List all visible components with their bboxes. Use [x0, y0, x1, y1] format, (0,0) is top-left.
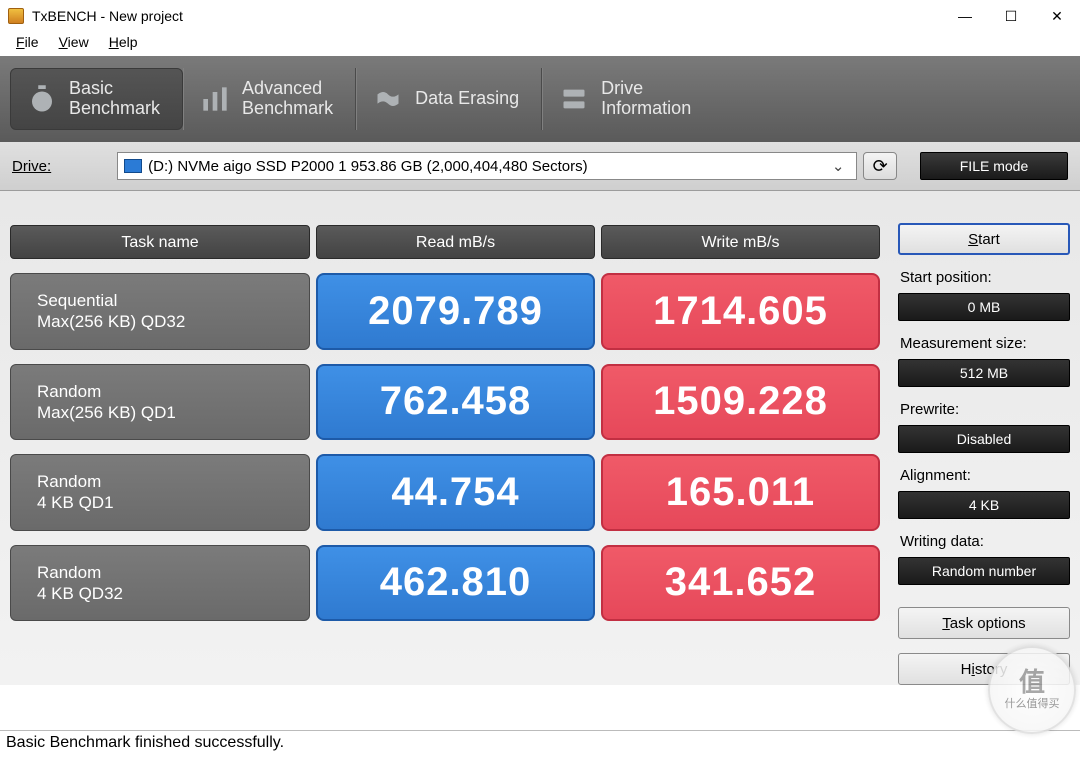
status-bar: Basic Benchmark finished successfully. [0, 730, 1080, 758]
read-value: 44.754 [316, 454, 595, 531]
drive-bar: Drive: (D:) NVMe aigo SSD P2000 1 953.86… [0, 142, 1080, 191]
result-row: Random Max(256 KB) QD1 762.458 1509.228 [10, 364, 880, 441]
prewrite-label: Prewrite: [898, 391, 1070, 421]
tab-drive-information[interactable]: Drive Information [542, 68, 713, 130]
file-mode-button[interactable]: FILE mode [920, 152, 1068, 180]
start-position-value[interactable]: 0 MB [898, 293, 1070, 321]
write-value: 1509.228 [601, 364, 880, 441]
side-panel: Start Start position: 0 MB Measurement s… [898, 207, 1070, 685]
result-row: Random 4 KB QD32 462.810 341.652 [10, 545, 880, 622]
tab-advanced-benchmark[interactable]: Advanced Benchmark [183, 68, 356, 130]
result-row: Sequential Max(256 KB) QD32 2079.789 171… [10, 273, 880, 350]
tab-label: Drive Information [601, 79, 691, 119]
task-name[interactable]: Random Max(256 KB) QD1 [10, 364, 310, 441]
write-value: 341.652 [601, 545, 880, 622]
results-table: Task name Read mB/s Write mB/s Sequentia… [10, 207, 880, 685]
measurement-size-label: Measurement size: [898, 325, 1070, 355]
drive-label: Drive: [12, 158, 51, 175]
measurement-size-value[interactable]: 512 MB [898, 359, 1070, 387]
header-task: Task name [10, 225, 310, 259]
chevron-down-icon: ⌄ [826, 157, 850, 175]
read-value: 2079.789 [316, 273, 595, 350]
start-position-label: Start position: [898, 259, 1070, 289]
drive-icon [559, 84, 589, 114]
write-value: 165.011 [601, 454, 880, 531]
header-row: Task name Read mB/s Write mB/s [10, 225, 880, 259]
refresh-icon: ⟳ [873, 156, 888, 177]
task-name[interactable]: Random 4 KB QD1 [10, 454, 310, 531]
tab-basic-benchmark[interactable]: Basic Benchmark [10, 68, 183, 130]
read-value: 462.810 [316, 545, 595, 622]
task-options-button[interactable]: Task options [898, 607, 1070, 639]
close-button[interactable]: ✕ [1034, 0, 1080, 32]
toolbar: Basic Benchmark Advanced Benchmark Data … [0, 56, 1080, 142]
result-row: Random 4 KB QD1 44.754 165.011 [10, 454, 880, 531]
tab-label: Data Erasing [415, 89, 519, 109]
refresh-button[interactable]: ⟳ [863, 152, 897, 180]
header-read: Read mB/s [316, 225, 595, 259]
alignment-label: Alignment: [898, 457, 1070, 487]
task-name[interactable]: Sequential Max(256 KB) QD32 [10, 273, 310, 350]
menu-file[interactable]: File [8, 32, 47, 52]
file-mode-label: FILE mode [960, 158, 1028, 174]
menu-help[interactable]: Help [101, 32, 146, 52]
maximize-button[interactable]: ☐ [988, 0, 1034, 32]
bars-icon [200, 84, 230, 114]
watermark: 值 什么值得买 [988, 646, 1076, 734]
write-value: 1714.605 [601, 273, 880, 350]
app-icon [8, 8, 24, 24]
writing-data-label: Writing data: [898, 523, 1070, 553]
prewrite-value[interactable]: Disabled [898, 425, 1070, 453]
writing-data-value[interactable]: Random number [898, 557, 1070, 585]
tab-data-erasing[interactable]: Data Erasing [356, 68, 542, 130]
tab-label: Advanced Benchmark [242, 79, 333, 119]
drive-select[interactable]: (D:) NVMe aigo SSD P2000 1 953.86 GB (2,… [117, 152, 857, 180]
drive-selected-text: (D:) NVMe aigo SSD P2000 1 953.86 GB (2,… [148, 158, 587, 175]
main-area: Task name Read mB/s Write mB/s Sequentia… [0, 191, 1080, 685]
menu-view[interactable]: View [51, 32, 97, 52]
status-text: Basic Benchmark finished successfully. [6, 734, 284, 751]
task-name[interactable]: Random 4 KB QD32 [10, 545, 310, 622]
menubar: File View Help [0, 32, 1080, 56]
titlebar: TxBENCH - New project — ☐ ✕ [0, 0, 1080, 32]
read-value: 762.458 [316, 364, 595, 441]
header-write: Write mB/s [601, 225, 880, 259]
alignment-value[interactable]: 4 KB [898, 491, 1070, 519]
tab-label: Basic Benchmark [69, 79, 160, 119]
minimize-button[interactable]: — [942, 0, 988, 32]
stopwatch-icon [27, 84, 57, 114]
erase-icon [373, 84, 403, 114]
drive-device-icon [124, 159, 142, 173]
start-button[interactable]: Start [898, 223, 1070, 255]
window-title: TxBENCH - New project [32, 8, 942, 24]
